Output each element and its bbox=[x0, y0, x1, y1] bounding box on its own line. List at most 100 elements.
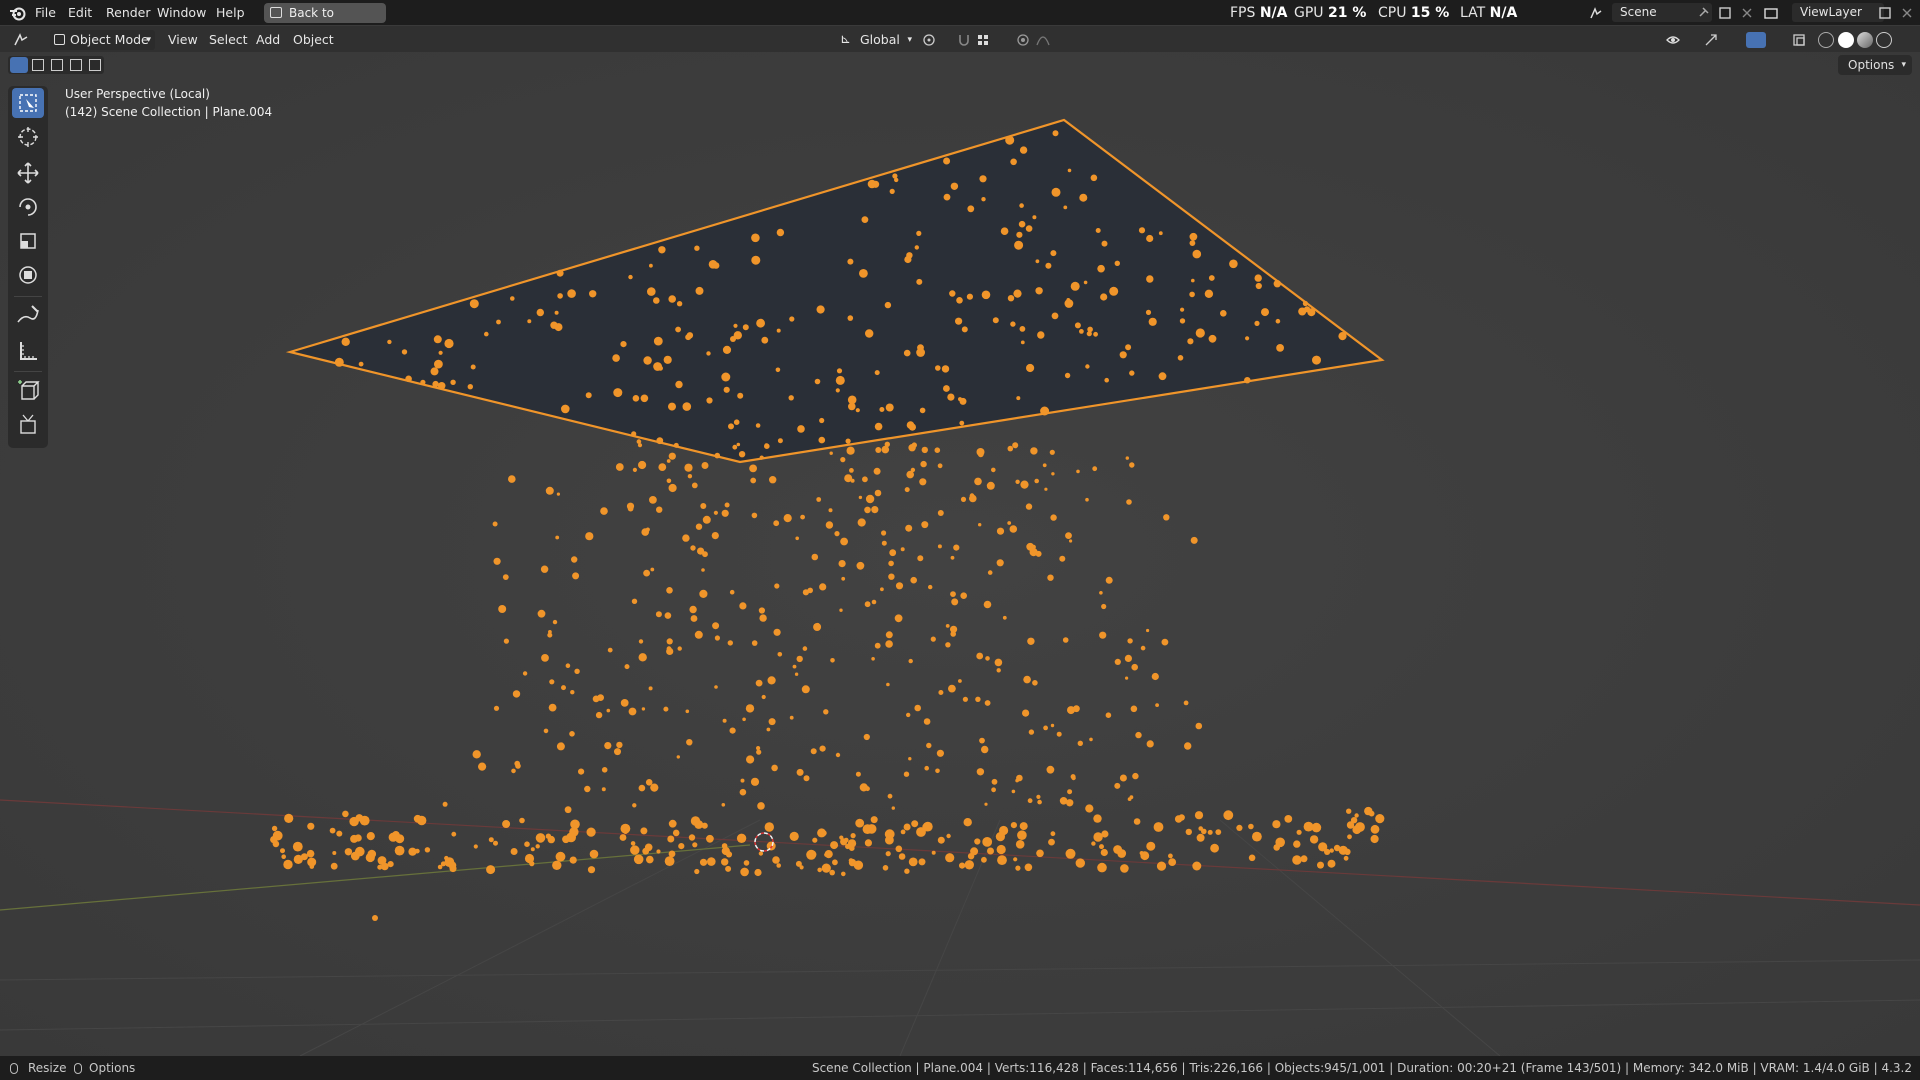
view-layer-selector[interactable]: ViewLayer bbox=[1792, 3, 1884, 22]
visibility-icon[interactable] bbox=[1666, 33, 1680, 47]
particle bbox=[1346, 808, 1352, 814]
particle bbox=[1007, 521, 1012, 525]
particle bbox=[1129, 370, 1135, 376]
particle bbox=[1011, 789, 1016, 794]
delete-view-layer-icon[interactable] bbox=[1900, 6, 1914, 20]
snap-target-icon[interactable] bbox=[976, 33, 990, 47]
particle bbox=[570, 690, 575, 695]
particle bbox=[751, 233, 760, 243]
select-box-tool[interactable] bbox=[12, 88, 44, 118]
view-layer-icon[interactable] bbox=[1764, 6, 1778, 20]
transform-orientation-dropdown[interactable]: ⊾ Global ▾ bbox=[838, 30, 912, 50]
particle bbox=[1254, 320, 1260, 326]
particle bbox=[270, 836, 278, 844]
particle bbox=[1029, 548, 1038, 557]
xray-icon[interactable] bbox=[1792, 33, 1806, 47]
particle bbox=[666, 478, 672, 484]
snap-icon[interactable] bbox=[957, 33, 971, 47]
select-extend-icon[interactable] bbox=[32, 59, 44, 71]
menu-view[interactable]: View bbox=[168, 30, 198, 50]
options-dropdown[interactable]: Options ▾ bbox=[1838, 55, 1912, 75]
move-tool[interactable] bbox=[12, 158, 44, 188]
menu-edit[interactable]: Edit bbox=[68, 0, 92, 25]
pivot-point-icon[interactable] bbox=[922, 33, 936, 47]
wireframe-shading-icon[interactable] bbox=[1818, 32, 1834, 48]
particle bbox=[996, 668, 1001, 673]
blender-logo-icon[interactable] bbox=[9, 4, 27, 22]
particle bbox=[885, 631, 893, 639]
lat-label: LAT bbox=[1460, 5, 1486, 21]
particle bbox=[434, 359, 443, 369]
particle bbox=[1210, 843, 1219, 853]
particle bbox=[935, 768, 940, 774]
gizmo-icon[interactable] bbox=[1704, 33, 1718, 47]
mode-dropdown[interactable]: Object Mode ▾ bbox=[50, 30, 155, 50]
delete-scene-icon[interactable] bbox=[1740, 6, 1754, 20]
measure-tool[interactable] bbox=[12, 336, 44, 366]
back-to-previous-button[interactable]: Back to Previous bbox=[264, 3, 386, 40]
material-shading-icon[interactable] bbox=[1857, 32, 1873, 48]
new-scene-icon[interactable] bbox=[1718, 6, 1732, 20]
particle bbox=[814, 378, 821, 385]
particle bbox=[806, 849, 817, 860]
particle bbox=[1050, 831, 1056, 837]
transform-tool[interactable] bbox=[12, 260, 44, 290]
particle bbox=[802, 589, 810, 596]
menu-help[interactable]: Help bbox=[216, 0, 245, 25]
rotate-tool[interactable] bbox=[12, 192, 44, 222]
overlays-icon[interactable] bbox=[1746, 32, 1766, 48]
particle bbox=[859, 269, 868, 278]
cursor-tool[interactable] bbox=[12, 122, 44, 152]
particle bbox=[908, 757, 912, 761]
move-icon bbox=[17, 162, 39, 184]
menu-window[interactable]: Window bbox=[157, 0, 206, 25]
solid-shading-icon[interactable] bbox=[1838, 32, 1854, 48]
particle bbox=[1032, 215, 1037, 220]
particle bbox=[522, 671, 528, 676]
particle bbox=[756, 749, 762, 755]
menu-object[interactable]: Object bbox=[293, 30, 334, 50]
particle bbox=[849, 468, 854, 473]
particle bbox=[1028, 729, 1035, 735]
particle bbox=[903, 349, 911, 357]
particle bbox=[834, 531, 840, 537]
particle bbox=[606, 708, 611, 713]
add-cube-tool[interactable] bbox=[12, 376, 44, 406]
status-options-hint: Options bbox=[89, 1061, 136, 1075]
particle bbox=[432, 380, 439, 388]
3d-viewport[interactable]: User Perspective (Local) (142) Scene Col… bbox=[0, 52, 1920, 1056]
particle bbox=[549, 679, 555, 685]
viewport-canvas[interactable] bbox=[0, 52, 1920, 1056]
particle bbox=[1019, 822, 1028, 831]
proportional-editing-icon[interactable] bbox=[1016, 33, 1030, 47]
menu-add[interactable]: Add bbox=[256, 30, 280, 50]
rendered-shading-icon[interactable] bbox=[1876, 32, 1892, 48]
select-subtract-icon[interactable] bbox=[51, 59, 63, 71]
particle bbox=[1085, 804, 1094, 813]
pin-icon[interactable] bbox=[1696, 6, 1710, 20]
particle bbox=[1125, 676, 1129, 680]
particle bbox=[601, 787, 606, 792]
new-view-layer-icon[interactable] bbox=[1878, 6, 1892, 20]
menu-file[interactable]: File bbox=[35, 0, 56, 25]
particle bbox=[725, 865, 732, 872]
scene-icon[interactable] bbox=[1589, 6, 1603, 20]
particle bbox=[733, 331, 742, 340]
particle bbox=[1168, 858, 1177, 866]
menu-select[interactable]: Select bbox=[209, 30, 248, 50]
select-invert-icon[interactable] bbox=[70, 59, 82, 71]
editor-type-icon[interactable] bbox=[14, 33, 28, 47]
particle bbox=[742, 717, 746, 722]
particle bbox=[737, 392, 744, 399]
scale-tool[interactable] bbox=[12, 226, 44, 256]
select-new-icon[interactable] bbox=[10, 57, 28, 73]
cursor-icon bbox=[18, 127, 38, 147]
menu-render[interactable]: Render bbox=[106, 0, 151, 25]
particle bbox=[510, 296, 515, 301]
add-object-tool[interactable] bbox=[12, 410, 44, 440]
select-intersect-icon[interactable] bbox=[89, 59, 101, 71]
falloff-icon[interactable] bbox=[1036, 33, 1050, 47]
particle bbox=[623, 829, 628, 835]
particle bbox=[819, 417, 825, 424]
annotate-tool[interactable] bbox=[12, 300, 44, 330]
